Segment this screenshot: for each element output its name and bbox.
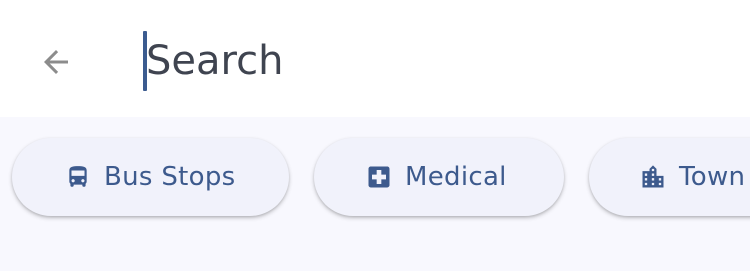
search-field[interactable] xyxy=(143,30,703,92)
chip-label: Medical xyxy=(405,162,507,192)
app-root: Bus Stops Medical Town xyxy=(0,0,750,271)
search-input[interactable] xyxy=(146,30,696,92)
arrow-left-icon xyxy=(44,50,68,74)
chip-medical[interactable]: Medical xyxy=(314,138,564,216)
back-button[interactable] xyxy=(30,40,82,84)
category-chip-row: Bus Stops Medical Town xyxy=(0,117,750,271)
chip-label: Town xyxy=(679,162,746,192)
chip-bus-stops[interactable]: Bus Stops xyxy=(12,138,289,216)
chip-town[interactable]: Town xyxy=(589,138,750,216)
building-icon xyxy=(639,163,667,191)
chip-label: Bus Stops xyxy=(104,162,236,192)
medical-cross-icon xyxy=(365,163,393,191)
bus-icon xyxy=(64,163,92,191)
search-bar xyxy=(0,0,750,117)
